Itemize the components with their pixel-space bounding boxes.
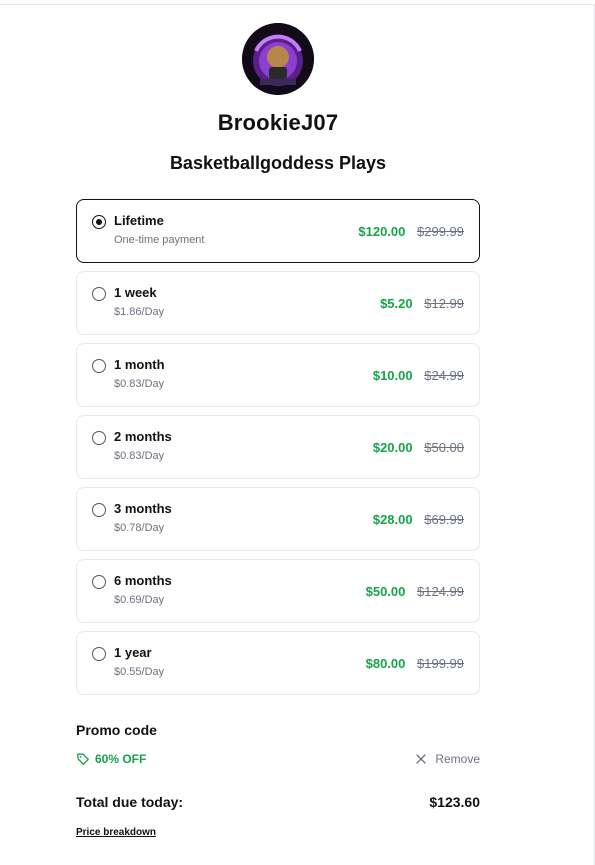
plan-original-price: $299.99 (417, 224, 464, 239)
radio-unselected[interactable] (92, 431, 106, 445)
plan-name: 2 months (114, 429, 172, 444)
product-title: Basketballgoddess Plays (169, 153, 387, 173)
plan-price: $80.00 (365, 656, 406, 671)
plan-original-price: $69.99 (424, 512, 464, 527)
plan-prices: $5.20 $12.99 (380, 296, 464, 311)
plan-prices: $20.00 $50.00 (373, 440, 464, 455)
radio-unselected[interactable] (92, 503, 106, 517)
plan-price: $20.00 (372, 440, 413, 455)
plan-option-3-months[interactable]: 3 months $0.78/Day $28.00 $69.99 (76, 487, 480, 551)
promo-code-label: 60% OFF (95, 752, 147, 766)
profile-avatar-icon (242, 23, 314, 95)
plan-price: $120.00 (358, 224, 406, 239)
applied-promo-code: 60% OFF (76, 752, 146, 766)
plan-subtitle: $0.83/Day (114, 450, 165, 462)
plan-option-6-months[interactable]: 6 months $0.69/Day $50.00 $124.99 (76, 559, 480, 623)
profile-username: BrookieJ07 (217, 110, 339, 135)
plan-option-1-year[interactable]: 1 year $0.55/Day $80.00 $199.99 (76, 631, 480, 695)
total-row: Total due today: $123.60 (76, 794, 480, 812)
plan-list: Lifetime One-time payment $120.00 $299.9… (76, 199, 480, 703)
promo-code-row: 60% OFF Remove (76, 752, 480, 768)
plan-name: 1 year (114, 645, 152, 660)
total-label: Total due today: (76, 794, 184, 810)
remove-promo-label: Remove (435, 752, 480, 766)
plan-subtitle: $0.69/Day (114, 594, 165, 606)
plan-option-2-months[interactable]: 2 months $0.83/Day $20.00 $50.00 (76, 415, 480, 479)
plan-name: Lifetime (114, 213, 164, 228)
plan-name: 6 months (114, 573, 172, 588)
radio-unselected[interactable] (92, 359, 106, 373)
plan-prices: $28.00 $69.99 (373, 512, 464, 527)
plan-prices: $120.00 $299.99 (358, 224, 464, 239)
plan-original-price: $199.99 (417, 656, 464, 671)
plan-price: $10.00 (372, 368, 413, 383)
plan-prices: $50.00 $124.99 (366, 584, 464, 599)
plan-subtitle: $0.83/Day (114, 378, 165, 390)
plan-option-1-month[interactable]: 1 month $0.83/Day $10.00 $24.99 (76, 343, 480, 407)
plan-original-price: $24.99 (424, 368, 464, 383)
radio-unselected[interactable] (92, 575, 106, 589)
plan-option-lifetime[interactable]: Lifetime One-time payment $120.00 $299.9… (76, 199, 480, 263)
top-divider (0, 4, 595, 5)
plan-original-price: $124.99 (417, 584, 464, 599)
total-value: $123.60 (429, 794, 480, 810)
plan-original-price: $50.00 (424, 440, 464, 455)
close-icon (416, 754, 426, 764)
plan-prices: $10.00 $24.99 (373, 368, 464, 383)
plan-option-1-week[interactable]: 1 week $1.86/Day $5.20 $12.99 (76, 271, 480, 335)
plan-subtitle: One-time payment (114, 234, 205, 246)
plan-price: $50.00 (365, 584, 406, 599)
plan-name: 1 week (114, 285, 157, 300)
plan-price: $28.00 (372, 512, 413, 527)
price-breakdown-link[interactable]: Price breakdown (76, 827, 156, 838)
plan-subtitle: $1.86/Day (114, 306, 165, 318)
plan-subtitle: $0.55/Day (114, 666, 165, 678)
radio-selected[interactable] (92, 215, 106, 229)
remove-promo-button[interactable]: Remove (416, 752, 480, 766)
radio-unselected[interactable] (92, 287, 106, 301)
plan-name: 3 months (114, 501, 172, 516)
plan-original-price: $12.99 (424, 296, 464, 311)
plan-price: $5.20 (380, 296, 413, 311)
plan-subtitle: $0.78/Day (114, 522, 165, 534)
promo-code-heading: Promo code (76, 722, 157, 738)
plan-prices: $80.00 $199.99 (366, 656, 464, 671)
radio-unselected[interactable] (92, 647, 106, 661)
tag-icon (77, 753, 89, 765)
plan-name: 1 month (114, 357, 165, 372)
